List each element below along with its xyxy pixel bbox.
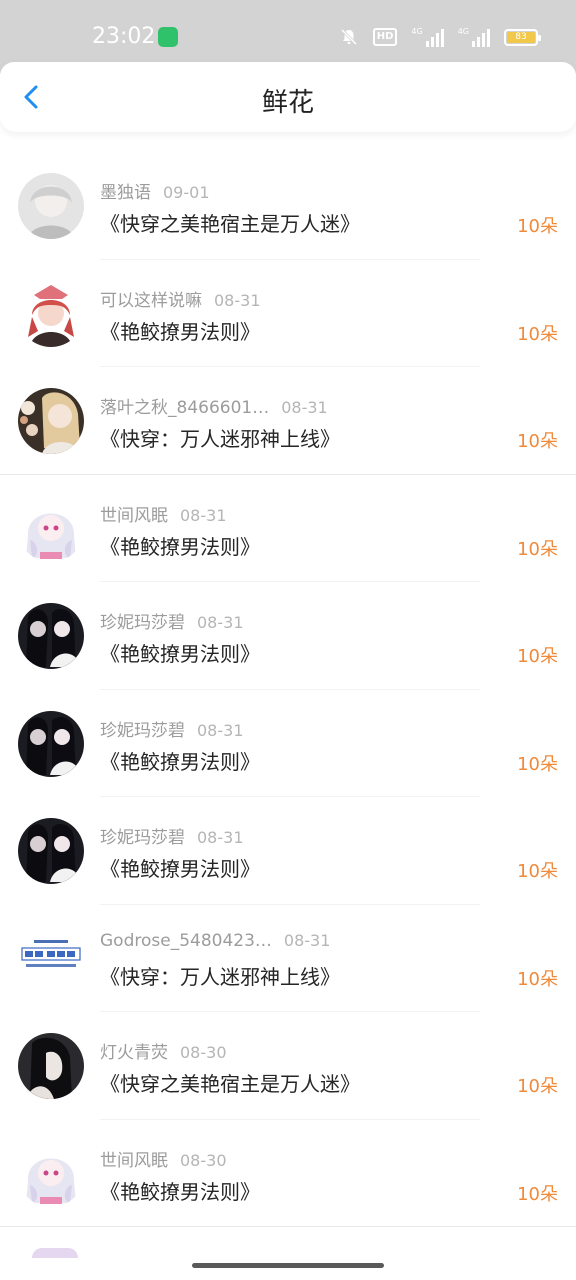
book-title[interactable]: 《艳鲛撩男法则》 [100,638,260,667]
send-date: 08-31 [197,613,244,632]
hd-icon: HD [372,28,398,46]
sender-name: 落叶之秋_8466601… 08-31 [100,398,328,418]
mute-icon [339,27,359,47]
send-date: 08-31 [180,505,227,525]
list-item[interactable]: 可以这样说嘛 08-31 《艳鲛撩男法则》 10朵 [0,260,576,367]
sender-name: 灯火青荧 08-30 [100,1043,227,1063]
list-item[interactable]: 世间风眠 08-30 《艳鲛撩男法则》 10朵 [0,1120,576,1227]
sender-name: 珍妮玛莎碧 08-31 [100,720,244,741]
book-title[interactable]: 《快穿之美艳宿主是万人迷》 [100,1068,360,1097]
avatar[interactable] [18,710,84,777]
flower-count: 10朵 [517,1183,558,1205]
send-date: 08-31 [197,720,244,740]
signal-icon: 4G [411,27,444,47]
book-title[interactable]: 《艳鲛撩男法则》 [100,316,260,345]
flower-count: 10朵 [517,753,558,775]
avatar[interactable] [18,280,84,347]
avatar[interactable] [18,173,84,239]
sender-name: 可以这样说嘛 08-31 [100,290,261,311]
send-date: 08-31 [197,828,244,847]
nav-bar: 鲜花 [0,62,576,132]
battery-level: 83 [507,31,535,43]
list-item[interactable]: 落叶之秋_8466601… 08-31 《快穿：万人迷邪神上线》 10朵 [0,367,576,475]
flower-count: 10朵 [517,323,558,345]
signal-label: 4G [411,27,423,36]
home-indicator[interactable] [192,1263,384,1268]
sender-name: 世间风眠 08-30 [100,1150,227,1171]
flower-count: 10朵 [517,431,558,452]
flower-count: 10朵 [517,1076,558,1097]
list-item[interactable]: 墨独语 09-01 《快穿之美艳宿主是万人迷》 10朵 [0,152,576,260]
book-title[interactable]: 《快穿之美艳宿主是万人迷》 [100,208,360,237]
page-title: 鲜花 [261,88,314,118]
avatar[interactable] [18,925,84,992]
sender-name: Godrose_5480423… 08-31 [100,930,331,951]
signal-label-2: 4G [457,27,469,36]
signal-icon-2: 4G [458,27,490,47]
divider [0,1226,576,1227]
flower-count: 10朵 [517,968,558,990]
send-date: 08-31 [214,290,261,310]
list-item[interactable]: 珍妮玛莎碧 08-31 《艳鲛撩男法则》 10朵 [0,797,576,905]
book-title[interactable]: 《快穿：万人迷邪神上线》 [100,423,340,452]
app-notification-icon [158,27,178,47]
avatar[interactable] [18,495,84,562]
battery-icon: 83 [504,28,541,46]
list-item[interactable]: 珍妮玛莎碧 08-31 《艳鲛撩男法则》 10朵 [0,582,576,690]
send-date: 08-31 [281,398,328,417]
avatar[interactable] [18,1140,84,1207]
send-date: 09-01 [163,183,210,202]
book-title[interactable]: 《艳鲛撩男法则》 [100,746,260,775]
list-item[interactable]: 灯火青荧 08-30 《快穿之美艳宿主是万人迷》 10朵 [0,1012,576,1120]
book-title[interactable]: 《艳鲛撩男法则》 [100,531,260,560]
send-date: 08-31 [283,930,331,950]
flower-count: 10朵 [517,216,558,237]
send-date: 08-30 [180,1043,227,1062]
list-item[interactable]: 珍妮玛莎碧 08-31 《艳鲛撩男法则》 10朵 [0,690,576,797]
avatar[interactable] [32,1248,78,1258]
sender-name: 墨独语 09-01 [100,183,210,203]
flower-list: 墨独语 09-01 《快穿之美艳宿主是万人迷》 10朵 可以这样说嘛 08-31 《… [0,152,576,1227]
flower-count: 10朵 [517,861,558,882]
sender-name: 世间风眠 08-31 [100,505,227,526]
list-item[interactable]: 世间风眠 08-31 《艳鲛撩男法则》 10朵 [0,475,576,582]
avatar[interactable] [18,818,84,884]
sender-name: 珍妮玛莎碧 08-31 [100,828,244,848]
book-title[interactable]: 《艳鲛撩男法则》 [100,853,260,882]
sender-name: 珍妮玛莎碧 08-31 [100,613,244,633]
avatar[interactable] [18,603,84,669]
flower-count: 10朵 [517,646,558,667]
flower-count: 10朵 [517,538,558,560]
avatar[interactable] [18,388,84,454]
avatar[interactable] [18,1033,84,1099]
status-time: 23:02 [92,24,156,49]
status-icons: HD 4G 4G 83 [339,24,541,50]
book-title[interactable]: 《快穿：万人迷邪神上线》 [100,961,340,990]
list-item[interactable]: Godrose_5480423… 08-31 《快穿：万人迷邪神上线》 10朵 [0,905,576,1012]
send-date: 08-30 [180,1150,227,1170]
book-title[interactable]: 《艳鲛撩男法则》 [100,1176,260,1205]
